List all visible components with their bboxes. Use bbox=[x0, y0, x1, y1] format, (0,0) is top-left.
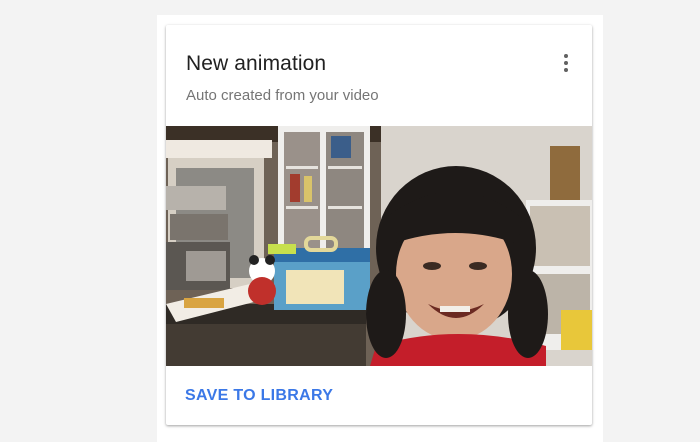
animation-card: New animation Auto created from your vid… bbox=[166, 25, 592, 425]
more-options-button[interactable] bbox=[554, 49, 578, 77]
save-to-library-button[interactable]: SAVE TO LIBRARY bbox=[185, 387, 333, 405]
card-title: New animation bbox=[186, 52, 327, 75]
card-subtitle: Auto created from your video bbox=[186, 87, 379, 104]
animation-preview-image[interactable] bbox=[166, 126, 592, 366]
